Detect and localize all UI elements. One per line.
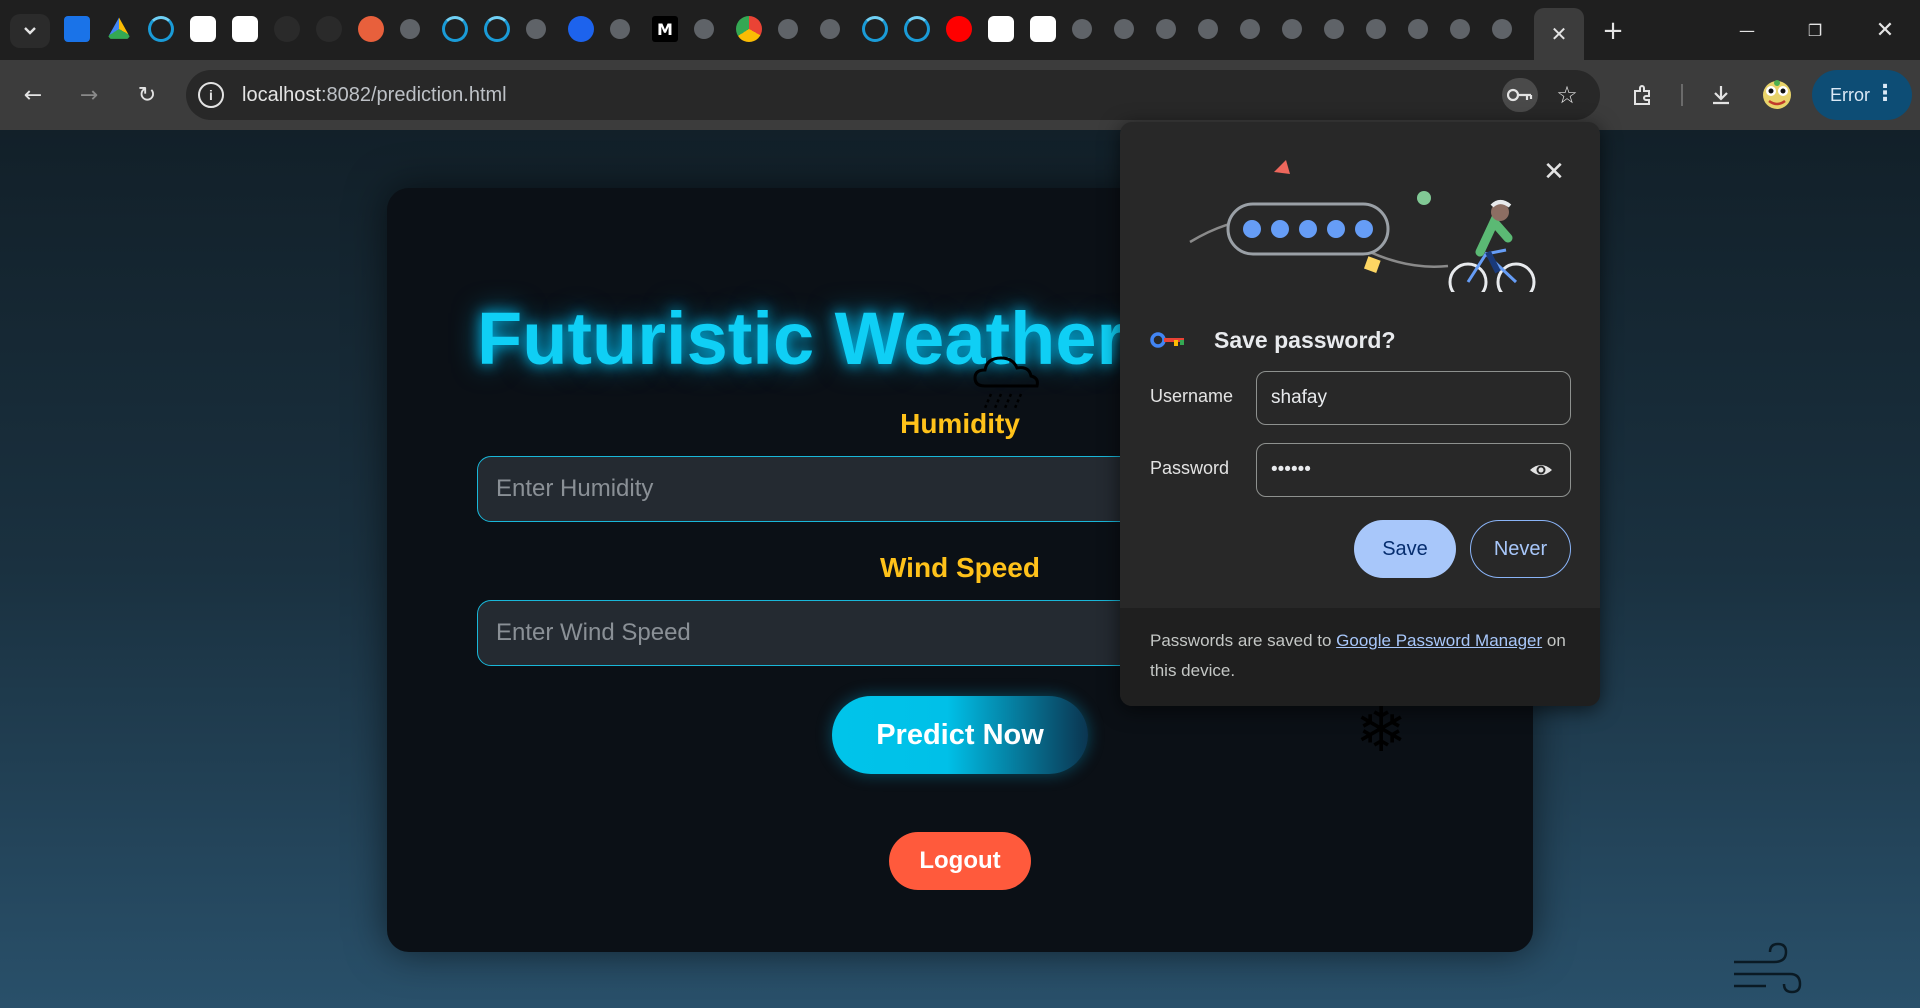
youtube-icon[interactable] [946,16,972,42]
medium-icon[interactable]: M [652,16,678,42]
globe-icon[interactable] [1450,19,1470,39]
browser-toolbar: ← → ↻ i localhost:8082/prediction.html ☆… [0,60,1920,130]
password-value: •••••• [1271,459,1311,480]
chatgpt-icon[interactable] [232,16,258,42]
loading-icon[interactable] [484,16,510,42]
forward-button[interactable]: → [70,76,108,114]
address-bar[interactable]: i localhost:8082/prediction.html ☆ [186,70,1600,120]
globe-icon[interactable] [1282,19,1302,39]
loading-icon[interactable] [148,16,174,42]
loading-icon[interactable] [904,16,930,42]
chevron-down-icon [24,27,36,35]
dialog-title: Save password? [1214,326,1396,353]
blank-icon[interactable] [316,16,342,42]
profile-error-chip[interactable]: Error ⋮ [1812,70,1912,120]
globe-icon[interactable] [610,19,630,39]
blank-icon[interactable] [274,16,300,42]
password-manager-link[interactable]: Google Password Manager [1336,631,1542,650]
save-button[interactable]: Save [1354,520,1456,578]
restore-button[interactable]: ❐ [1792,10,1838,50]
globe-icon[interactable] [1366,19,1386,39]
globe-icon[interactable] [1240,19,1260,39]
chatgpt-icon[interactable] [190,16,216,42]
reload-button[interactable]: ↻ [128,76,166,114]
tab-close-icon[interactable]: ✕ [1551,22,1568,46]
logout-button[interactable]: Logout [889,832,1031,890]
globe-icon[interactable] [1072,19,1092,39]
globe-icon[interactable] [526,19,546,39]
loading-icon[interactable] [442,16,468,42]
predict-now-button[interactable]: Predict Now [832,696,1088,774]
globe-icon[interactable] [694,19,714,39]
password-label: Password [1150,458,1230,478]
close-icon[interactable]: ✕ [1538,156,1570,188]
password-key-icon[interactable] [1502,78,1538,112]
globe-icon[interactable] [1156,19,1176,39]
contacts-icon[interactable] [64,16,90,42]
toolbar-divider [1681,84,1683,106]
profile-error-label: Error [1830,84,1870,105]
avatar[interactable] [1758,76,1796,114]
globe-icon[interactable] [1492,19,1512,39]
site-info-icon[interactable]: i [198,82,224,108]
footer-text: Passwords are saved to Google Password M… [1150,631,1566,680]
globe-icon[interactable] [1114,19,1134,39]
close-window-button[interactable]: ✕ [1862,10,1908,50]
save-password-dialog: ✕ Save password? Username shafay Passwor… [1120,122,1600,706]
eye-icon[interactable] [1528,458,1554,482]
globe-icon[interactable] [1408,19,1428,39]
more-menu-icon[interactable]: ⋮ [1874,82,1896,106]
bookmark-star-icon[interactable]: ☆ [1550,78,1584,112]
chrome-icon[interactable] [736,16,762,42]
tab-search-button[interactable] [10,14,50,48]
chatgpt-icon[interactable] [1030,16,1056,42]
username-value: shafay [1271,387,1327,408]
dialog-footer: Passwords are saved to Google Password M… [1120,608,1600,706]
globe-icon[interactable] [1324,19,1344,39]
snowflake-icon: ❄ [1355,693,1407,766]
google-drive-icon[interactable] [107,17,131,39]
active-tab[interactable]: ✕ [1534,8,1584,60]
never-button[interactable]: Never [1470,520,1571,578]
tab-strip: M ✕ + — ❐ ✕ [0,0,1920,60]
minimize-button[interactable]: — [1724,10,1770,50]
page-background: Futuristic Weather Humidity Wind Speed P… [0,130,1920,1008]
password-field[interactable]: •••••• [1256,443,1571,497]
back-button[interactable]: ← [14,76,52,114]
dialog-title-row: Save password? [1150,324,1396,356]
username-field[interactable]: shafay [1256,371,1571,425]
url-text[interactable]: localhost:8082/prediction.html [242,84,507,107]
app-icon[interactable] [358,16,384,42]
globe-icon[interactable] [1198,19,1218,39]
globe-icon[interactable] [778,19,798,39]
extensions-icon[interactable] [1624,76,1662,114]
password-illustration [1189,160,1536,292]
downloads-icon[interactable] [1702,76,1740,114]
loading-icon[interactable] [862,16,888,42]
key-icon [1150,332,1184,348]
globe-icon[interactable] [820,19,840,39]
docker-icon[interactable] [568,16,594,42]
username-label: Username [1150,386,1234,406]
globe-icon[interactable] [400,19,420,39]
new-tab-button[interactable]: + [1596,14,1630,48]
chatgpt-icon[interactable] [988,16,1014,42]
wind-icon [1734,942,1802,994]
